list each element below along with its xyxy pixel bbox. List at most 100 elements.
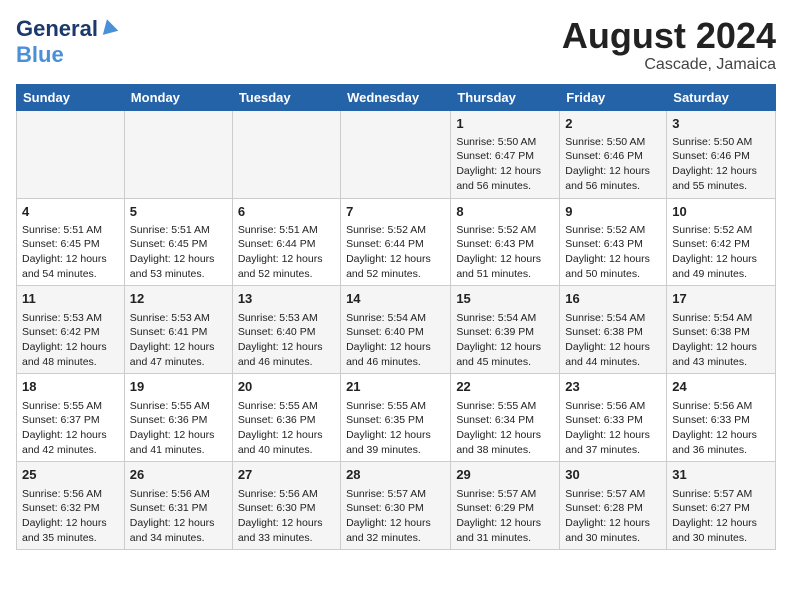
day-info: Sunrise: 5:51 AM Sunset: 6:44 PM Dayligh… [238, 223, 335, 282]
calendar-cell: 16 Sunrise: 5:54 AM Sunset: 6:38 PM Dayli… [560, 286, 667, 374]
day-number: 30 [565, 466, 661, 484]
calendar-week-4: 18Sunrise: 5:55 AM Sunset: 6:37 PM Dayli… [17, 374, 776, 462]
col-thursday: Thursday [451, 84, 560, 110]
calendar-cell: 8Sunrise: 5:52 AM Sunset: 6:43 PM Daylig… [451, 198, 560, 286]
day-number: 18 [22, 378, 119, 396]
calendar-cell [17, 110, 125, 198]
page-header: General Blue August 2024 Cascade, Jamaic… [16, 16, 776, 74]
subtitle: Cascade, Jamaica [562, 56, 776, 74]
day-number: 25 [22, 466, 119, 484]
day-number: 15 [456, 290, 554, 308]
day-info: Sunrise: 5:56 AM Sunset: 6:31 PM Dayligh… [130, 487, 227, 546]
calendar-cell: 13 Sunrise: 5:53 AM Sunset: 6:40 PM Dayli… [232, 286, 340, 374]
calendar-cell [124, 110, 232, 198]
day-number: 16 [565, 290, 661, 308]
calendar-cell: 24Sunrise: 5:56 AM Sunset: 6:33 PM Dayli… [667, 374, 776, 462]
day-number: 3 [672, 115, 770, 133]
calendar-cell: 14Sunrise: 5:54 AM Sunset: 6:40 PM Dayli… [341, 286, 451, 374]
day-info: Sunrise: 5:54 AM Sunset: 6:38 PM Dayligh… [565, 311, 661, 370]
calendar-cell: 23 Sunrise: 5:56 AM Sunset: 6:33 PM Dayli… [560, 374, 667, 462]
calendar-header-row: Sunday Monday Tuesday Wednesday Thursday… [17, 84, 776, 110]
day-info: Sunrise: 5:54 AM Sunset: 6:38 PM Dayligh… [672, 311, 770, 370]
calendar-cell: 5 Sunrise: 5:51 AM Sunset: 6:45 PM Daylig… [124, 198, 232, 286]
logo-icon [99, 17, 119, 37]
calendar-cell: 29Sunrise: 5:57 AM Sunset: 6:29 PM Dayli… [451, 462, 560, 550]
day-info: Sunrise: 5:57 AM Sunset: 6:27 PM Dayligh… [672, 487, 770, 546]
day-info: Sunrise: 5:53 AM Sunset: 6:40 PM Dayligh… [238, 311, 335, 370]
col-sunday: Sunday [17, 84, 125, 110]
day-info: Sunrise: 5:56 AM Sunset: 6:33 PM Dayligh… [672, 399, 770, 458]
day-info: Sunrise: 5:56 AM Sunset: 6:33 PM Dayligh… [565, 399, 661, 458]
calendar-cell: 21 Sunrise: 5:55 AM Sunset: 6:35 PM Dayli… [341, 374, 451, 462]
calendar-cell: 20 Sunrise: 5:55 AM Sunset: 6:36 PM Dayli… [232, 374, 340, 462]
calendar-cell: 10Sunrise: 5:52 AM Sunset: 6:42 PM Dayli… [667, 198, 776, 286]
day-number: 23 [565, 378, 661, 396]
day-info: Sunrise: 5:55 AM Sunset: 6:36 PM Dayligh… [238, 399, 335, 458]
logo-blue-text: Blue [16, 42, 64, 67]
calendar-cell: 31Sunrise: 5:57 AM Sunset: 6:27 PM Dayli… [667, 462, 776, 550]
calendar-table: Sunday Monday Tuesday Wednesday Thursday… [16, 84, 776, 551]
calendar-cell: 19 Sunrise: 5:55 AM Sunset: 6:36 PM Dayli… [124, 374, 232, 462]
title-block: August 2024 Cascade, Jamaica [562, 16, 776, 74]
day-info: Sunrise: 5:57 AM Sunset: 6:29 PM Dayligh… [456, 487, 554, 546]
calendar-cell: 1 Sunrise: 5:50 AM Sunset: 6:47 PM Daylig… [451, 110, 560, 198]
day-info: Sunrise: 5:52 AM Sunset: 6:44 PM Dayligh… [346, 223, 445, 282]
day-info: Sunrise: 5:55 AM Sunset: 6:34 PM Dayligh… [456, 399, 554, 458]
day-info: Sunrise: 5:55 AM Sunset: 6:36 PM Dayligh… [130, 399, 227, 458]
calendar-cell: 2Sunrise: 5:50 AM Sunset: 6:46 PM Daylig… [560, 110, 667, 198]
calendar-cell: 4Sunrise: 5:51 AM Sunset: 6:45 PM Daylig… [17, 198, 125, 286]
day-number: 1 [456, 115, 554, 133]
day-number: 27 [238, 466, 335, 484]
day-info: Sunrise: 5:57 AM Sunset: 6:28 PM Dayligh… [565, 487, 661, 546]
calendar-cell: 15Sunrise: 5:54 AM Sunset: 6:39 PM Dayli… [451, 286, 560, 374]
calendar-cell [232, 110, 340, 198]
day-info: Sunrise: 5:52 AM Sunset: 6:43 PM Dayligh… [565, 223, 661, 282]
calendar-cell: 9 Sunrise: 5:52 AM Sunset: 6:43 PM Daylig… [560, 198, 667, 286]
calendar-cell: 22 Sunrise: 5:55 AM Sunset: 6:34 PM Dayli… [451, 374, 560, 462]
day-number: 9 [565, 203, 661, 221]
calendar-cell: 12 Sunrise: 5:53 AM Sunset: 6:41 PM Dayli… [124, 286, 232, 374]
day-info: Sunrise: 5:51 AM Sunset: 6:45 PM Dayligh… [130, 223, 227, 282]
calendar-cell: 30 Sunrise: 5:57 AM Sunset: 6:28 PM Dayli… [560, 462, 667, 550]
calendar-cell [341, 110, 451, 198]
day-info: Sunrise: 5:53 AM Sunset: 6:41 PM Dayligh… [130, 311, 227, 370]
day-info: Sunrise: 5:50 AM Sunset: 6:47 PM Dayligh… [456, 135, 554, 194]
col-tuesday: Tuesday [232, 84, 340, 110]
calendar-week-3: 11 Sunrise: 5:53 AM Sunset: 6:42 PM Dayli… [17, 286, 776, 374]
logo-general-text: General [16, 16, 98, 42]
calendar-cell: 17 Sunrise: 5:54 AM Sunset: 6:38 PM Dayli… [667, 286, 776, 374]
calendar-cell: 26 Sunrise: 5:56 AM Sunset: 6:31 PM Dayli… [124, 462, 232, 550]
day-number: 7 [346, 203, 445, 221]
main-title: August 2024 [562, 16, 776, 56]
calendar-cell: 25Sunrise: 5:56 AM Sunset: 6:32 PM Dayli… [17, 462, 125, 550]
day-number: 12 [130, 290, 227, 308]
day-info: Sunrise: 5:54 AM Sunset: 6:40 PM Dayligh… [346, 311, 445, 370]
day-number: 26 [130, 466, 227, 484]
day-number: 22 [456, 378, 554, 396]
day-info: Sunrise: 5:50 AM Sunset: 6:46 PM Dayligh… [672, 135, 770, 194]
calendar-week-5: 25Sunrise: 5:56 AM Sunset: 6:32 PM Dayli… [17, 462, 776, 550]
day-number: 6 [238, 203, 335, 221]
calendar-cell: 11 Sunrise: 5:53 AM Sunset: 6:42 PM Dayli… [17, 286, 125, 374]
day-number: 20 [238, 378, 335, 396]
day-number: 10 [672, 203, 770, 221]
day-number: 13 [238, 290, 335, 308]
day-info: Sunrise: 5:53 AM Sunset: 6:42 PM Dayligh… [22, 311, 119, 370]
day-number: 8 [456, 203, 554, 221]
col-monday: Monday [124, 84, 232, 110]
calendar-cell: 27Sunrise: 5:56 AM Sunset: 6:30 PM Dayli… [232, 462, 340, 550]
calendar-cell: 3 Sunrise: 5:50 AM Sunset: 6:46 PM Daylig… [667, 110, 776, 198]
calendar-cell: 18Sunrise: 5:55 AM Sunset: 6:37 PM Dayli… [17, 374, 125, 462]
day-number: 2 [565, 115, 661, 133]
day-info: Sunrise: 5:55 AM Sunset: 6:35 PM Dayligh… [346, 399, 445, 458]
day-number: 17 [672, 290, 770, 308]
day-number: 21 [346, 378, 445, 396]
calendar-cell: 7 Sunrise: 5:52 AM Sunset: 6:44 PM Daylig… [341, 198, 451, 286]
day-info: Sunrise: 5:57 AM Sunset: 6:30 PM Dayligh… [346, 487, 445, 546]
day-number: 11 [22, 290, 119, 308]
col-saturday: Saturday [667, 84, 776, 110]
day-number: 19 [130, 378, 227, 396]
day-number: 5 [130, 203, 227, 221]
calendar-cell: 6 Sunrise: 5:51 AM Sunset: 6:44 PM Daylig… [232, 198, 340, 286]
day-info: Sunrise: 5:51 AM Sunset: 6:45 PM Dayligh… [22, 223, 119, 282]
